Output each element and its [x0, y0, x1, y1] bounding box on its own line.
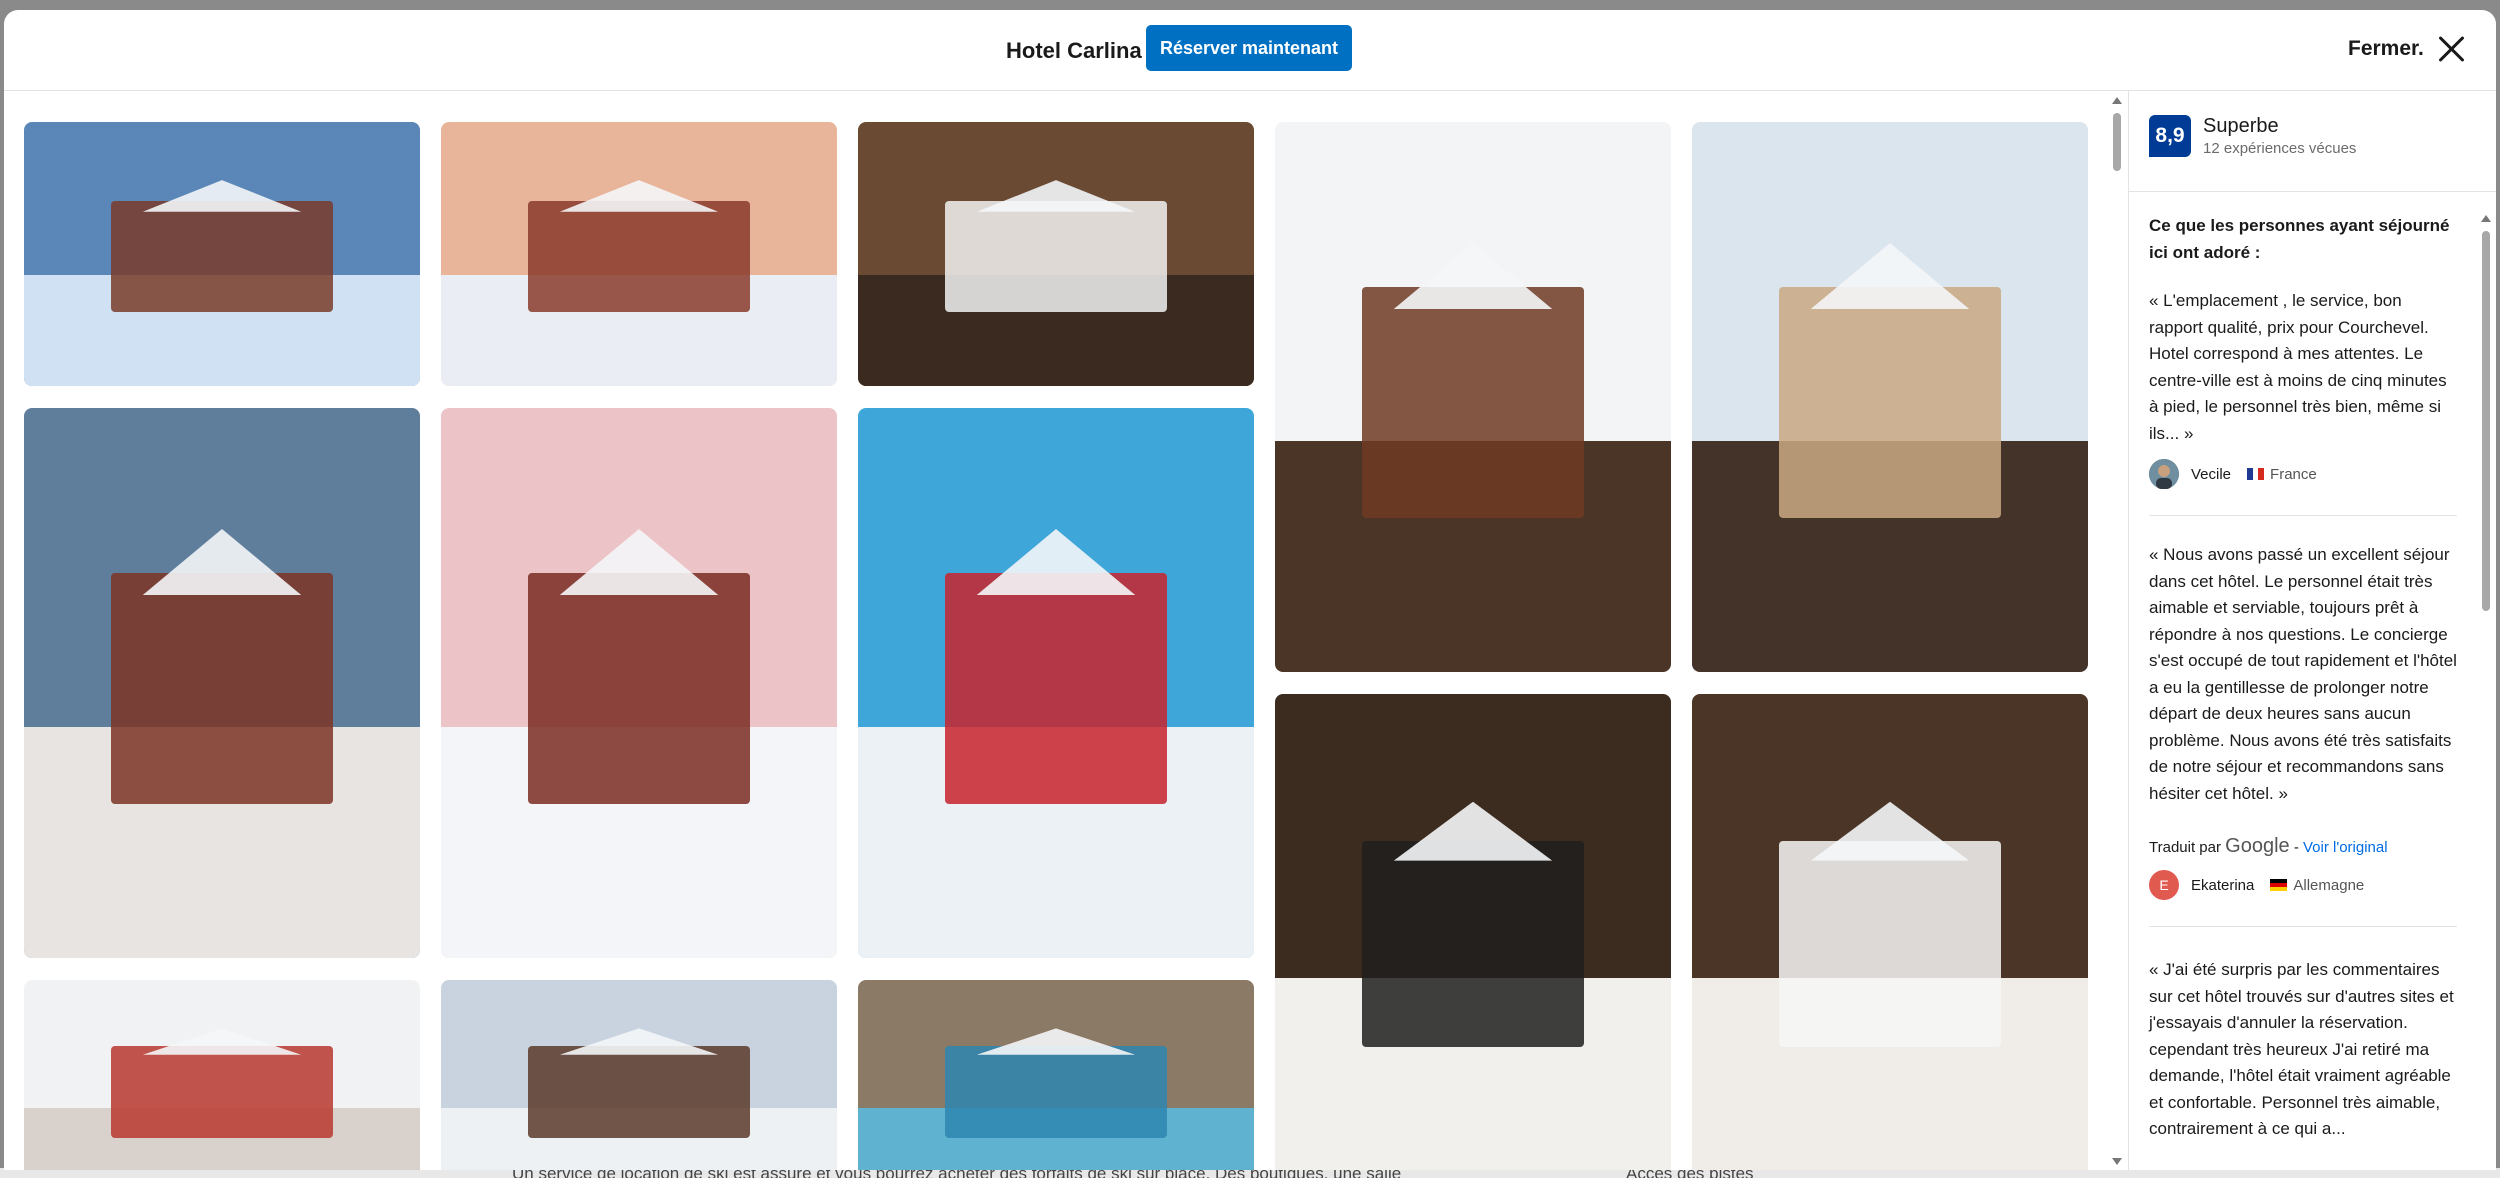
reviewer: Vecile France: [2149, 459, 2457, 489]
review-text: « L'emplacement , le service, bon rappor…: [2149, 291, 2447, 443]
photo-woman-snowy-balcony[interactable]: [1692, 122, 2088, 672]
divider: [2149, 515, 2457, 516]
reviewer: E Ekaterina Allemagne: [2149, 870, 2457, 900]
translated-prefix: Traduit par: [2149, 839, 2221, 856]
reviewer-name: Vecile: [2191, 465, 2232, 483]
photo-grid: [4, 91, 2110, 1170]
close-label: Fermer.: [2348, 37, 2424, 60]
google-logo: Google: [2225, 835, 2290, 857]
photo-gallery-modal: Hotel Carlina Réserver maintenant Fermer…: [4, 10, 2496, 1170]
photo-room-window[interactable]: [858, 122, 1254, 386]
translation-note: Traduit par Google - Voir l'original: [2149, 835, 2457, 858]
photo-ski-slope-deck[interactable]: [858, 408, 1254, 958]
review-count: 12 expériences vécues: [2203, 140, 2357, 157]
photo-terrace-restaurant[interactable]: [1275, 122, 1671, 672]
modal-header: Hotel Carlina Réserver maintenant Fermer…: [4, 10, 2496, 91]
reviews-sidebar: 8,9 Superbe 12 expériences vécues Ce que…: [2128, 91, 2496, 1170]
score-word: Superbe: [2203, 115, 2279, 137]
photo-village-sunset[interactable]: [441, 122, 837, 386]
photo-woman-coffee-balcony[interactable]: [24, 408, 420, 958]
photo-outdoor-terrace-diners[interactable]: [441, 980, 837, 1170]
review-text: « J'ai été surpris par les commentaires …: [2149, 960, 2454, 1138]
reviewer-country: France: [2270, 465, 2317, 483]
translated-separator: -: [2289, 839, 2303, 856]
close-button[interactable]: Fermer.: [2348, 32, 2466, 66]
photo-indoor-pool[interactable]: [858, 980, 1254, 1170]
view-original-link[interactable]: Voir l'original: [2303, 839, 2388, 856]
reviewer-country: Allemagne: [2293, 876, 2365, 894]
scrollbar-thumb[interactable]: [2113, 113, 2121, 171]
score-badge: 8,9: [2149, 115, 2191, 157]
review-text: « Nous avons passé un excellent séjour d…: [2149, 545, 2457, 803]
photo-chef-crepes[interactable]: [1692, 694, 2088, 1170]
loved-title: Ce que les personnes ayant séjourné ici …: [2149, 216, 2450, 262]
hotel-name: Hotel Carlina: [1006, 38, 1142, 63]
photo-chef-serving-table[interactable]: [1275, 694, 1671, 1170]
book-now-button[interactable]: Réserver maintenant: [1146, 25, 1352, 71]
close-icon: [2438, 35, 2466, 63]
photo-hotel-exterior-pink-sky[interactable]: [441, 408, 837, 958]
scrollbar-thumb[interactable]: [2482, 231, 2490, 611]
germany-flag-icon: [2270, 879, 2288, 891]
avatar: [2149, 459, 2179, 489]
review-score: 8,9 Superbe 12 expériences vécues: [2149, 115, 2356, 157]
scroll-up-arrow-icon[interactable]: [2112, 97, 2122, 104]
france-flag-icon: [2247, 468, 2265, 480]
divider: [2149, 926, 2457, 927]
scroll-down-arrow-icon[interactable]: [2112, 1158, 2122, 1165]
gallery-scrollbar[interactable]: [2110, 91, 2124, 1170]
reviewer-name: Ekaterina: [2191, 876, 2255, 894]
photo-window-snowy-trees[interactable]: [24, 980, 420, 1170]
avatar: E: [2149, 870, 2179, 900]
reviews-list[interactable]: Ce que les personnes ayant séjourné ici …: [2129, 191, 2496, 1170]
sidebar-scrollbar[interactable]: [2480, 215, 2492, 1170]
scroll-up-arrow-icon[interactable]: [2481, 215, 2491, 222]
photo-chalet-pines[interactable]: [24, 122, 420, 386]
